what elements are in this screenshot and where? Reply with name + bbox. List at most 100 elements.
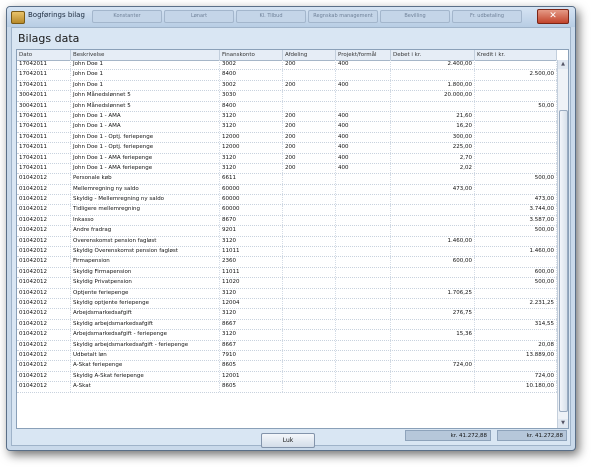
cell-afdeling: [283, 309, 336, 319]
cell-finanskonto: 2360: [220, 257, 283, 267]
title-bar[interactable]: Bogførings bilag Konstanter Lønart Kl. T…: [7, 7, 575, 27]
cell-beskrivelse: Skyldig Overenskomst pension fagløst: [71, 247, 220, 257]
cell-beskrivelse: Inkasso: [71, 215, 220, 226]
table-row[interactable]: 01042012 Inkasso 8670 3.587,00: [17, 215, 557, 227]
column-header-kredit[interactable]: Kredit i kr.: [475, 50, 557, 60]
cell-afdeling: [283, 91, 336, 101]
cell-beskrivelse: Skyldig arbejdsmarkedsafgift: [71, 319, 220, 330]
table-row[interactable]: 01042012 Arbejdsmarkedsafgift 3120 276,75: [17, 309, 557, 320]
cell-debet: [391, 215, 475, 226]
cell-finanskonto: 8667: [220, 319, 283, 330]
table-row[interactable]: 01042012 Personale køb 6611 500,00: [17, 174, 557, 185]
cell-kredit: 3.587,00: [475, 215, 557, 226]
table-row[interactable]: 01042012 A-Skat 8605 10.180,00: [17, 382, 557, 393]
table-row[interactable]: 01042012 Arbejdsmarkedsafgift - feriepeng…: [17, 330, 557, 341]
cell-afdeling: [283, 184, 336, 195]
table-row[interactable]: 30042011 John Månedslønnet 5 3030 20.000,00: [17, 91, 557, 102]
cell-finanskonto: 12001: [220, 371, 283, 382]
cell-afdeling: [283, 330, 336, 340]
cell-projekt: [336, 215, 391, 226]
table-row[interactable]: 01042012 Skyldig Privatpension 11020 500,00: [17, 278, 557, 289]
cell-afdeling: [283, 215, 336, 226]
table-row[interactable]: 01042012 Overenskomst pension fagløst 3120…: [17, 236, 557, 248]
cell-debet: 2.400,00: [391, 60, 475, 70]
cell-afdeling: [283, 382, 336, 392]
table-row[interactable]: 30042011 John Månedslønnet 5 8400 50,00: [17, 101, 557, 112]
cell-dato: 01042012: [17, 195, 71, 205]
column-header-dato[interactable]: Dato: [17, 50, 71, 60]
column-header-beskrivelse[interactable]: Beskrivelse: [71, 50, 220, 60]
table-row[interactable]: 01042012 Mellemregning ny saldo 60000 473,0…: [17, 184, 557, 196]
debet-total: kr. 41.272,88: [405, 430, 491, 441]
table-row[interactable]: 01042012 Firmapension 2360 600,00: [17, 257, 557, 268]
cell-finanskonto: 3120: [220, 330, 283, 340]
cell-dato: 17042011: [17, 163, 71, 174]
cell-beskrivelse: John Doe 1 - AMA feriepenge: [71, 163, 220, 174]
cell-finanskonto: 60000: [220, 205, 283, 215]
column-header-afdeling[interactable]: Afdeling: [283, 50, 336, 60]
table-row[interactable]: 17042011 John Doe 1 8400 2.500,00: [17, 70, 557, 81]
cell-debet: [391, 298, 475, 309]
column-header-projekt[interactable]: Projekt/formål: [336, 50, 391, 60]
table-row[interactable]: 01042012 Skyldig Firmapension 11011 600,00: [17, 267, 557, 279]
table-row[interactable]: 01042012 Tidligere mellemregning 60000 3.74…: [17, 205, 557, 216]
table-row[interactable]: 01042012 Udbetalt løn 7910 13.889,00: [17, 350, 557, 362]
cell-afdeling: [283, 101, 336, 111]
vertical-scrollbar[interactable]: ▲ ▼: [557, 60, 568, 428]
bilag-data-grid[interactable]: Dato Beskrivelse Finanskonto Afdeling Pr…: [16, 49, 569, 429]
cell-beskrivelse: John Doe 1 - Optj. feriepenge: [71, 143, 220, 153]
cell-beskrivelse: Skyldig optjente feriepenge: [71, 298, 220, 309]
scroll-down-arrow-icon[interactable]: ▼: [558, 419, 568, 428]
table-row[interactable]: 17042011 John Doe 1 - AMA feriepenge 3120 2…: [17, 153, 557, 164]
grid-rows: 17042011 John Doe 1 3002 200 400 2.400,00 1704…: [17, 60, 557, 393]
table-row[interactable]: 01042012 Skyldig - Mellemregning ny saldo…: [17, 195, 557, 206]
table-row[interactable]: 17042011 John Doe 1 - AMA feriepenge 3120 2…: [17, 163, 557, 175]
table-row[interactable]: 01042012 Skyldig Overenskomst pension fag…: [17, 247, 557, 258]
cell-debet: [391, 278, 475, 288]
cell-finanskonto: 8400: [220, 70, 283, 80]
window-close-button[interactable]: ✕: [537, 9, 569, 24]
scrollbar-thumb[interactable]: [559, 110, 568, 412]
table-row[interactable]: 01042012 Skyldig A-Skat feriepenge 12001 72…: [17, 371, 557, 383]
table-row[interactable]: 17042011 John Doe 1 - Optj. feriepenge 120…: [17, 132, 557, 144]
scroll-up-arrow-icon[interactable]: ▲: [558, 60, 568, 69]
background-tab: Konstanter: [92, 10, 162, 23]
table-row[interactable]: 17042011 John Doe 1 - AMA 3120 200 400 21,60: [17, 111, 557, 123]
cell-afdeling: 200: [283, 122, 336, 132]
cell-debet: [391, 319, 475, 330]
cell-finanskonto: 3120: [220, 111, 283, 122]
dialog-body: Bilags data Dato Beskrivelse Finanskonto…: [11, 27, 571, 448]
cell-kredit: 20,08: [475, 340, 557, 350]
cell-kredit: 473,00: [475, 195, 557, 205]
cell-beskrivelse: John Doe 1: [71, 80, 220, 91]
cell-dato: 30042011: [17, 101, 71, 111]
cell-dato: 01042012: [17, 361, 71, 371]
cell-projekt: [336, 330, 391, 340]
cell-debet: 724,00: [391, 361, 475, 371]
cell-finanskonto: 11011: [220, 247, 283, 257]
table-row[interactable]: 17042011 John Doe 1 3002 200 400 2.400,00: [17, 60, 557, 71]
cell-beskrivelse: John Doe 1 - AMA: [71, 122, 220, 132]
cell-finanskonto: 3120: [220, 163, 283, 174]
table-row[interactable]: 17042011 John Doe 1 - Optj. feriepenge 120…: [17, 143, 557, 154]
table-row[interactable]: 01042012 Andre fradrag 9201 500,00: [17, 226, 557, 237]
table-row[interactable]: 01042012 A-Skat feriepenge 8605 724,00: [17, 361, 557, 372]
column-header-finanskonto[interactable]: Finanskonto: [220, 50, 283, 60]
table-row[interactable]: 01042012 Optjente feriepenge 3120 1.706,25: [17, 288, 557, 299]
cell-debet: 1.800,00: [391, 80, 475, 91]
cell-projekt: [336, 350, 391, 361]
cell-debet: 300,00: [391, 132, 475, 143]
cell-beskrivelse: John Doe 1 - AMA: [71, 111, 220, 122]
cell-afdeling: [283, 340, 336, 350]
table-row[interactable]: 01042012 Skyldig optjente feriepenge 12004…: [17, 298, 557, 310]
cell-finanskonto: 3030: [220, 91, 283, 101]
column-header-debet[interactable]: Debet i kr.: [391, 50, 475, 60]
table-row[interactable]: 01042012 Skyldig arbejdsmarkedsafgift 8667…: [17, 319, 557, 331]
cell-dato: 01042012: [17, 215, 71, 226]
cell-debet: 225,00: [391, 143, 475, 153]
close-button[interactable]: Luk: [261, 433, 315, 448]
table-row[interactable]: 01042012 Skyldig arbejdsmarkedsafgift - f…: [17, 340, 557, 351]
cell-beskrivelse: Tidligere mellemregning: [71, 205, 220, 215]
table-row[interactable]: 17042011 John Doe 1 3002 200 400 1.800,00: [17, 80, 557, 92]
table-row[interactable]: 17042011 John Doe 1 - AMA 3120 200 400 16,20: [17, 122, 557, 133]
